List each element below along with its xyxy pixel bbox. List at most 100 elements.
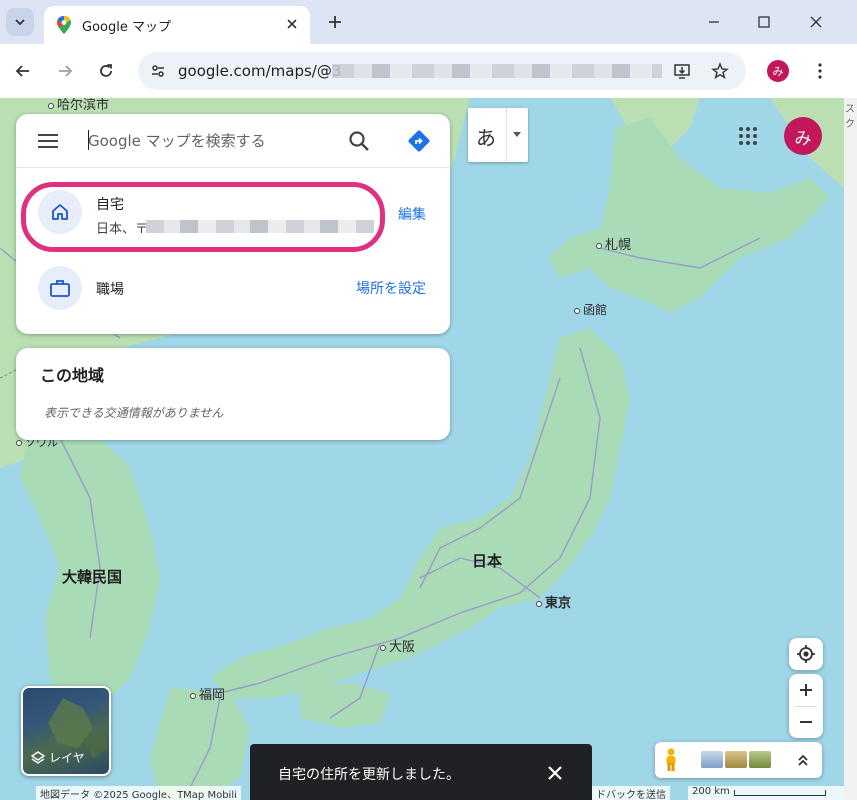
back-button[interactable] (10, 58, 36, 84)
city-dot-icon (48, 102, 54, 109)
layers-label: レイヤ (31, 749, 85, 766)
google-apps-button[interactable] (734, 122, 762, 150)
snackbar-message: 自宅の住所を更新しました。 (278, 767, 460, 783)
maps-pin-icon (57, 16, 71, 34)
city-dot-icon (596, 242, 602, 249)
install-icon (674, 64, 690, 79)
layers-button[interactable]: レイヤ (21, 686, 111, 776)
imagery-thumb-3[interactable] (749, 751, 771, 768)
scale-bar (734, 790, 826, 796)
minimize-button[interactable] (702, 10, 726, 34)
search-button[interactable] (346, 128, 372, 154)
city-dot-icon (16, 440, 22, 446)
tab-list-button[interactable] (6, 8, 34, 36)
my-location-button[interactable] (789, 639, 823, 669)
text-cursor (88, 130, 89, 150)
pegman-icon[interactable] (663, 748, 679, 772)
my-location-card (789, 638, 823, 670)
tab-title: Google マップ (82, 20, 171, 35)
arrow-right-icon (59, 65, 73, 77)
window-close-button[interactable] (804, 10, 828, 34)
maximize-button[interactable] (752, 10, 776, 34)
my-location-icon (797, 645, 815, 663)
map-label-harbin[interactable]: 哈尔滨市 (48, 98, 109, 113)
traffic-note: 表示できる交通情報がありません (44, 406, 224, 420)
scroll-edge-text: スク (845, 104, 855, 130)
address-redaction (146, 220, 374, 233)
search-panel: 自宅 日本、〒 編集 職場 場所を設定 (16, 114, 450, 334)
url-text: google.com/maps/@3 (178, 62, 342, 80)
url-redaction (332, 64, 662, 78)
minimize-icon (709, 21, 719, 23)
menu-icon (38, 134, 58, 148)
imagery-thumb-2[interactable] (725, 751, 747, 768)
zoom-in-button[interactable] (789, 675, 823, 705)
home-icon (52, 204, 68, 220)
close-icon (287, 19, 297, 29)
input-tools-button[interactable]: あ (468, 108, 528, 162)
directions-button[interactable] (406, 128, 432, 154)
map-label-japan[interactable]: 日本 (472, 550, 502, 571)
street-view-card (655, 742, 822, 778)
forward-button[interactable] (52, 58, 78, 84)
search-icon (349, 131, 369, 151)
snackbar-close-button[interactable] (544, 762, 566, 784)
search-input[interactable] (88, 128, 338, 154)
caret-down-icon[interactable] (513, 132, 521, 137)
map-label-osaka[interactable]: 大阪 (380, 636, 415, 655)
expand-imagery-button[interactable] (793, 750, 813, 770)
browser-profile-button[interactable]: み (767, 60, 789, 82)
map-attribution[interactable]: 地図データ ©2025 Google、TMap Mobili (36, 786, 241, 800)
browser-tab[interactable]: Google マップ (44, 6, 310, 44)
map-label-sapporo[interactable]: 札幌 (596, 234, 631, 253)
map-scale[interactable]: 200 km (688, 786, 844, 800)
apps-grid-icon (739, 127, 757, 145)
install-app-button[interactable] (670, 59, 694, 83)
send-feedback-link[interactable]: ドバックを送信 (592, 786, 670, 800)
tune-icon (152, 65, 164, 77)
new-tab-button[interactable] (323, 10, 347, 34)
browser-toolbar: google.com/maps/@3 み (0, 44, 857, 98)
home-address: 日本、〒 (96, 222, 149, 237)
home-icon-badge (38, 190, 82, 234)
chevron-down-icon (15, 19, 25, 26)
map-label-hakodate[interactable]: 函館 (574, 301, 607, 318)
tab-bar: Google マップ (0, 0, 857, 44)
address-bar[interactable]: google.com/maps/@3 (138, 52, 746, 90)
site-info-button[interactable] (146, 59, 170, 83)
bookmark-button[interactable] (708, 59, 732, 83)
layers-icon (31, 750, 45, 764)
city-dot-icon (380, 644, 386, 651)
ime-divider (506, 108, 507, 162)
plus-icon (329, 16, 341, 28)
saved-place-work[interactable]: 職場 場所を設定 (16, 262, 450, 322)
map-label-fukuoka[interactable]: 福岡 (190, 684, 225, 703)
close-icon (810, 16, 822, 28)
zoom-card (789, 674, 823, 738)
close-icon (548, 766, 562, 780)
zoom-out-button[interactable] (789, 707, 823, 737)
saved-place-home[interactable]: 自宅 日本、〒 編集 (16, 182, 450, 242)
search-box (16, 114, 450, 168)
scale-label: 200 km (692, 786, 730, 797)
tab-close-button[interactable] (282, 14, 302, 34)
city-dot-icon (536, 600, 542, 607)
home-title: 自宅 (96, 197, 124, 213)
briefcase-icon (50, 280, 70, 297)
arrow-left-icon (15, 65, 29, 77)
imagery-thumb-1[interactable] (701, 751, 723, 768)
set-work-button[interactable]: 場所を設定 (356, 278, 426, 298)
main-menu-button[interactable] (36, 129, 60, 153)
map-label-tokyo[interactable]: 東京 (536, 592, 571, 611)
maximize-icon (758, 16, 770, 28)
edit-home-button[interactable]: 編集 (398, 204, 426, 224)
page-scrollbar[interactable]: スク (844, 98, 857, 800)
account-avatar[interactable]: み (784, 117, 822, 155)
work-title: 職場 (96, 282, 124, 298)
area-traffic-panel: この地域 表示できる交通情報がありません (16, 348, 450, 440)
browser-menu-button[interactable] (808, 58, 832, 84)
reload-button[interactable] (93, 58, 119, 84)
star-icon (711, 62, 729, 80)
map-label-korea[interactable]: 大韓民国 (62, 566, 122, 587)
plus-icon (800, 684, 812, 696)
